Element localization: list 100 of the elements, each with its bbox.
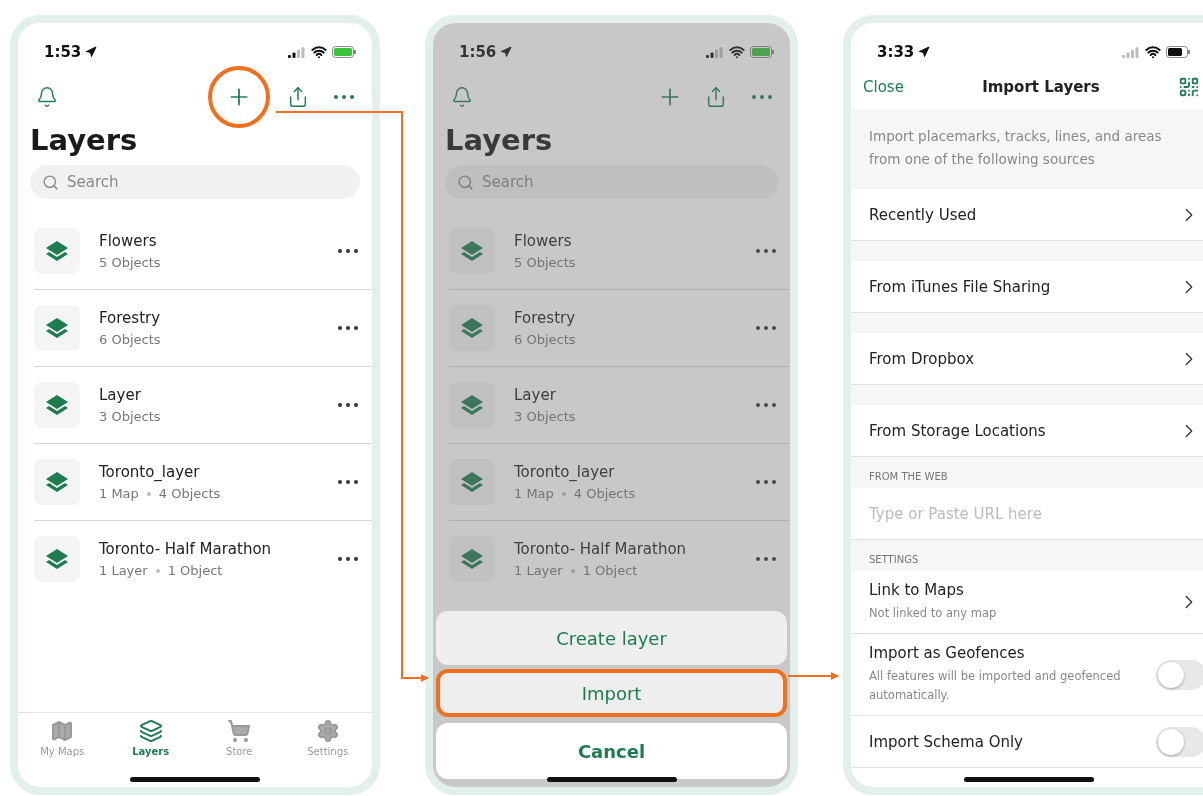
sheet-action[interactable]: Create layer xyxy=(436,611,787,665)
more-icon[interactable] xyxy=(756,557,776,561)
close-link[interactable]: Close xyxy=(863,78,904,96)
more-icon[interactable] xyxy=(756,326,776,330)
separator-dot xyxy=(570,568,575,573)
layer-row[interactable]: Flowers 5 Objects xyxy=(449,213,790,290)
intro-text: Import placemarks, tracks, lines, and areas from one of the following sources xyxy=(851,109,1203,189)
list-row[interactable]: From iTunes File Sharing xyxy=(851,261,1203,313)
list-row[interactable]: From Storage Locations xyxy=(851,405,1203,457)
layers-icon xyxy=(459,238,485,264)
layer-row[interactable]: Toronto- Half Marathon 1 Layer 1 Object xyxy=(449,521,790,597)
layer-meta: 1 Object xyxy=(582,563,638,578)
layers-icon xyxy=(459,392,485,418)
status-time: 1:53 xyxy=(44,43,82,61)
layer-row[interactable]: Layer 3 Objects xyxy=(449,367,790,444)
more-icon[interactable] xyxy=(756,403,776,407)
gear-icon xyxy=(315,719,340,743)
layer-meta: 1 Map xyxy=(514,486,554,501)
layer-meta: 5 Objects xyxy=(99,255,161,270)
layer-meta: 1 Map xyxy=(99,486,139,501)
list-row[interactable]: Link to Maps Not linked to any map xyxy=(851,571,1203,634)
list-row[interactable]: From Dropbox xyxy=(851,333,1203,385)
layer-name: Toronto- Half Marathon xyxy=(99,540,273,558)
layer-name: Layer xyxy=(514,386,557,404)
layer-row[interactable]: Forestry 6 Objects xyxy=(449,290,790,367)
separator-dot xyxy=(146,491,151,496)
row-sublabel: All features will be imported and geofenced automatically. xyxy=(869,668,1122,704)
location-arrow-icon xyxy=(918,46,931,58)
layers-icon xyxy=(459,469,485,495)
qr-code-icon[interactable] xyxy=(1178,76,1200,98)
layer-name: Toronto_layer xyxy=(99,463,201,481)
tab[interactable]: Layers xyxy=(115,719,186,757)
status-time: 1:56 xyxy=(459,43,497,61)
signal-icon xyxy=(288,46,306,58)
wifi-icon xyxy=(1145,44,1161,60)
section-header: SETTINGS xyxy=(868,554,920,567)
row-label: From Storage Locations xyxy=(869,421,1047,440)
layer-meta: 1 Layer xyxy=(99,563,148,578)
wifi-icon xyxy=(729,44,745,60)
row-label: From iTunes File Sharing xyxy=(869,277,1052,296)
more-icon[interactable] xyxy=(338,326,358,330)
battery-icon xyxy=(332,46,356,58)
share-icon xyxy=(705,86,727,108)
more-icon[interactable] xyxy=(756,480,776,484)
layer-meta: 3 Objects xyxy=(99,409,161,424)
layer-meta: 6 Objects xyxy=(514,332,576,347)
page-title: Layers xyxy=(445,123,554,157)
more-icon[interactable] xyxy=(338,249,358,253)
layer-meta: 1 Layer xyxy=(514,563,563,578)
layers-icon xyxy=(459,315,485,341)
row-label: Link to Maps xyxy=(869,581,965,599)
layer-name: Toronto_layer xyxy=(514,463,616,481)
signal-icon xyxy=(1122,46,1140,58)
layer-row[interactable]: Toronto- Half Marathon 1 Layer 1 Object xyxy=(34,521,372,597)
row-label: Import as Geofences xyxy=(869,644,1026,662)
cart-icon xyxy=(227,719,252,743)
sheet-action[interactable]: Import xyxy=(436,669,787,717)
layer-row[interactable]: Toronto_layer 1 Map 4 Objects xyxy=(449,444,790,521)
layer-name: Flowers xyxy=(514,232,573,250)
more-icon[interactable] xyxy=(756,249,776,253)
more-icon[interactable] xyxy=(338,557,358,561)
layer-meta: 3 Objects xyxy=(514,409,576,424)
more-icon[interactable] xyxy=(338,480,358,484)
layers-icon xyxy=(44,469,70,495)
layer-meta: 4 Objects xyxy=(158,486,221,501)
page-title: Layers xyxy=(30,123,139,157)
location-arrow-icon xyxy=(85,46,98,58)
more-icon[interactable] xyxy=(338,403,358,407)
row-label: Recently Used xyxy=(869,205,978,224)
url-field[interactable]: Type or Paste URL here xyxy=(851,488,1203,540)
bell-icon[interactable] xyxy=(36,86,58,108)
layer-meta: 5 Objects xyxy=(514,255,576,270)
list-row[interactable]: Recently Used xyxy=(851,189,1203,241)
layers-icon xyxy=(44,238,70,264)
section-header: FROM THE WEB xyxy=(868,471,949,484)
layers-icon xyxy=(138,719,163,743)
cancel-button[interactable]: Cancel xyxy=(436,723,787,779)
bell-icon[interactable] xyxy=(451,86,473,108)
layers-icon xyxy=(44,546,70,572)
row-label: From Dropbox xyxy=(869,349,976,368)
layer-row[interactable]: Flowers 5 Objects xyxy=(34,213,372,290)
separator-dot xyxy=(561,491,566,496)
separator-dot xyxy=(155,568,160,573)
share-icon xyxy=(287,86,309,108)
layer-name: Forestry xyxy=(514,309,577,327)
toggle-switch[interactable] xyxy=(1156,726,1203,757)
search-icon xyxy=(42,173,59,191)
row-label: Import Schema Only xyxy=(869,732,1024,751)
layer-meta: 4 Objects xyxy=(573,486,636,501)
layer-row[interactable]: Layer 3 Objects xyxy=(34,367,372,444)
layer-name: Flowers xyxy=(99,232,158,250)
layer-name: Toronto- Half Marathon xyxy=(514,540,688,558)
layers-icon xyxy=(459,546,485,572)
layer-name: Forestry xyxy=(99,309,162,327)
layer-row[interactable]: Toronto_layer 1 Map 4 Objects xyxy=(34,444,372,521)
layer-row[interactable]: Forestry 6 Objects xyxy=(34,290,372,367)
screen-title: Import Layers xyxy=(982,78,1100,96)
toggle-switch[interactable] xyxy=(1156,659,1203,690)
connector-arrow xyxy=(787,672,839,680)
row-sublabel: Not linked to any map xyxy=(869,605,998,622)
